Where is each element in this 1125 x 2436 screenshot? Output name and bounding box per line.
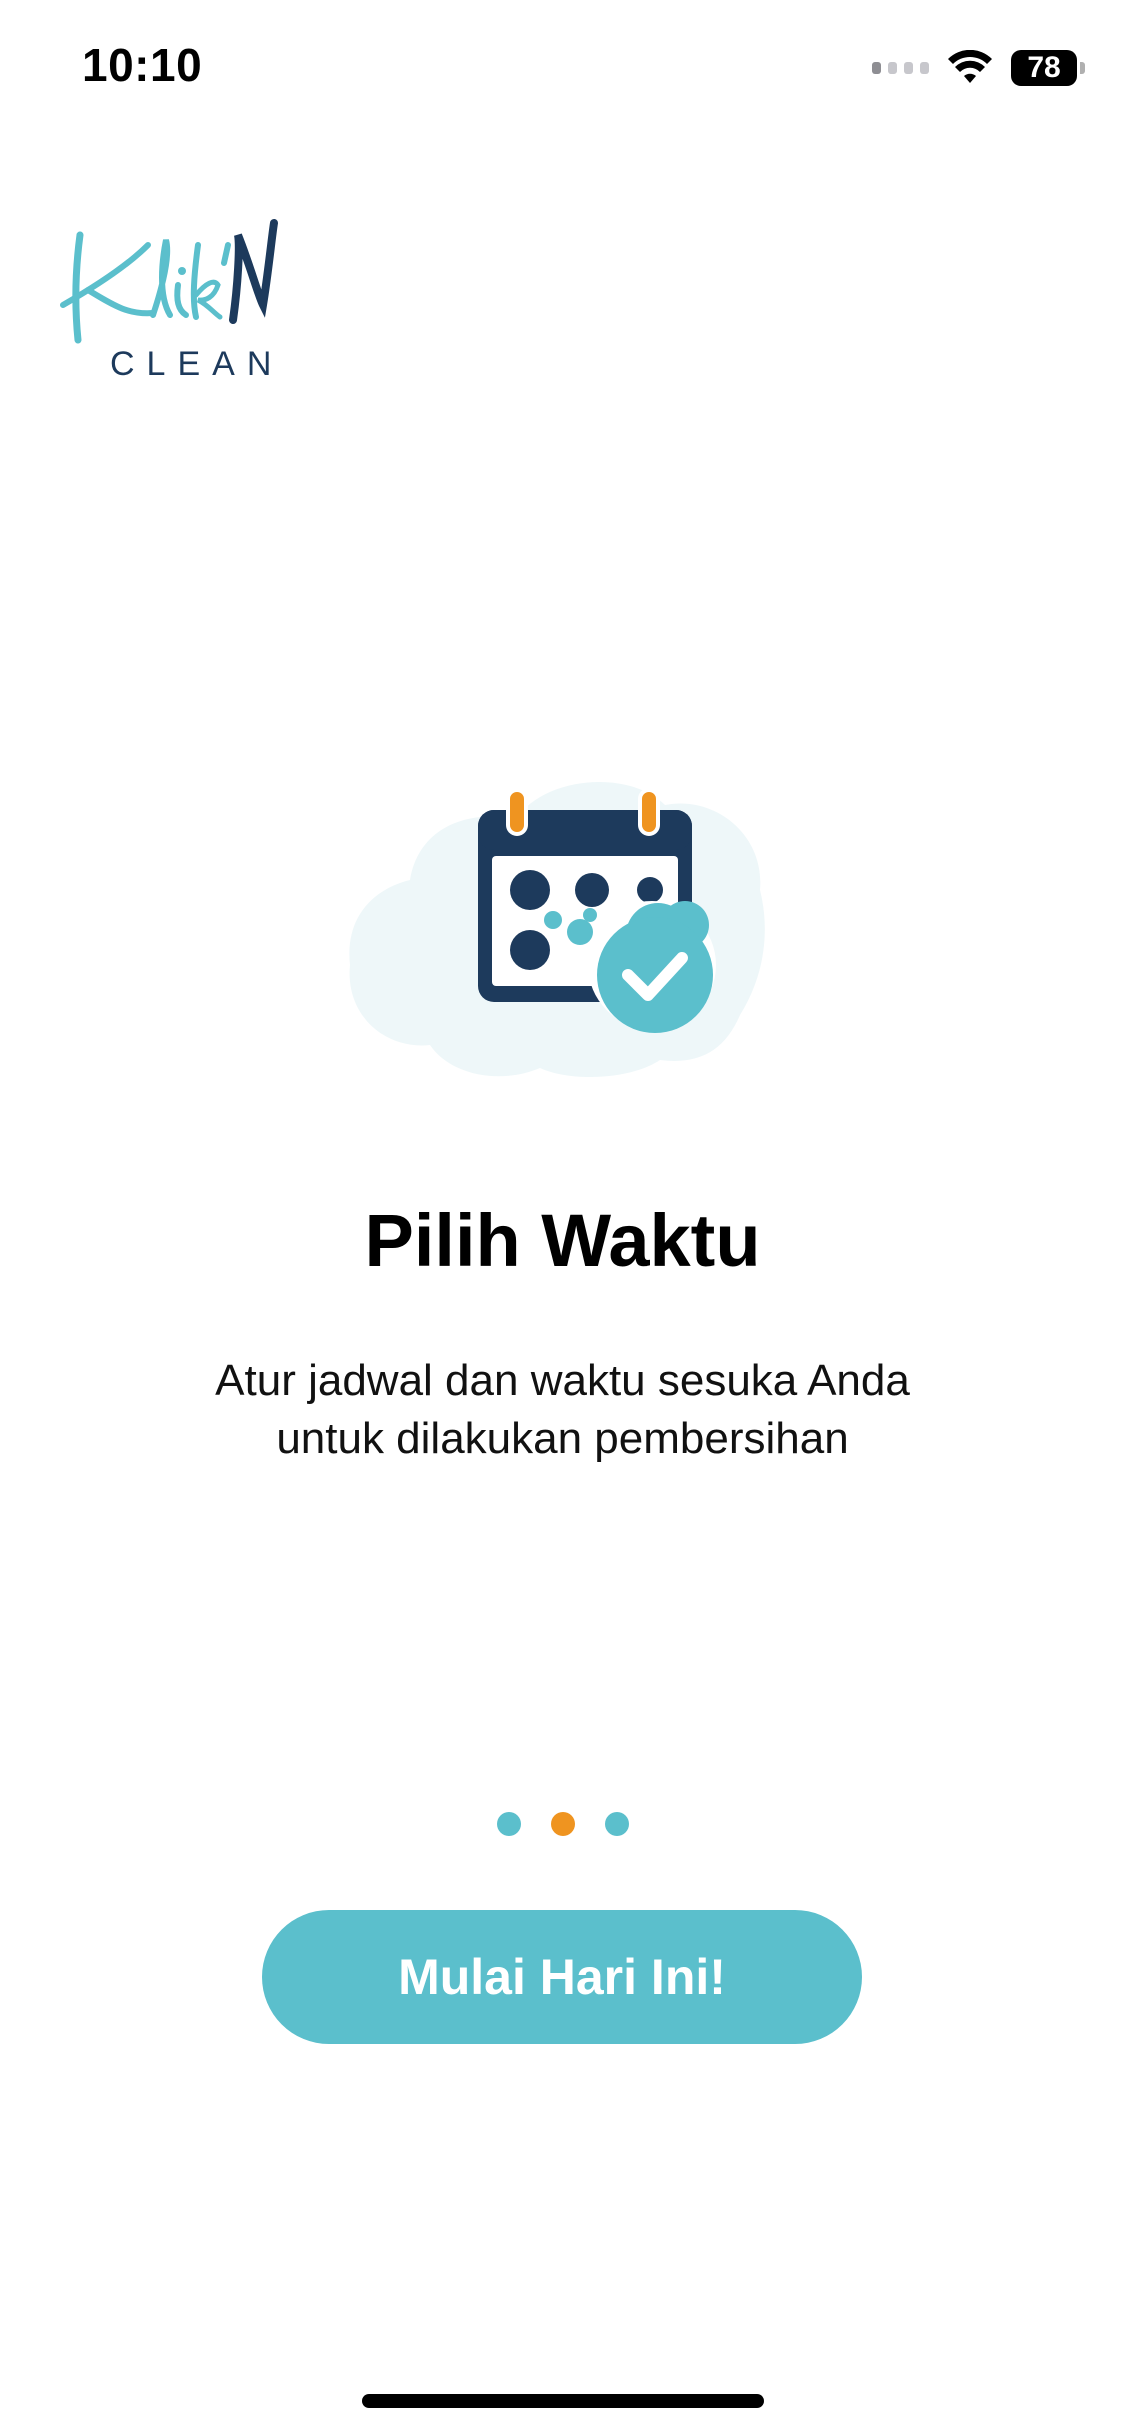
battery-level: 78 bbox=[1027, 51, 1061, 84]
page-dot-2-active[interactable] bbox=[550, 1812, 575, 1836]
onboarding-screen: 10:10 78 CLEAN Pilih Waktu Atur jadwal d… bbox=[0, 0, 1125, 2436]
description-line-1: Atur jadwal dan waktu sesuka Anda bbox=[215, 1356, 910, 1405]
page-dot-1[interactable] bbox=[496, 1812, 521, 1836]
status-icons: 78 bbox=[872, 44, 1085, 92]
cellular-signal-icon bbox=[872, 62, 929, 74]
description-line-2: untuk dilakukan pembersihan bbox=[276, 1414, 849, 1463]
logo-script-mark bbox=[60, 219, 278, 344]
page-dot-3[interactable] bbox=[604, 1812, 629, 1836]
calendar-check-illustration bbox=[349, 782, 765, 1078]
wifi-icon bbox=[948, 50, 992, 83]
battery-icon: 78 bbox=[1011, 50, 1085, 86]
onboarding-description: Atur jadwal dan waktu sesuka Anda untuk … bbox=[0, 1352, 1125, 1468]
status-time: 10:10 bbox=[82, 39, 203, 91]
klikn-clean-logo: CLEAN bbox=[58, 205, 288, 385]
home-indicator[interactable] bbox=[362, 2394, 764, 2408]
logo-wordmark: CLEAN bbox=[110, 345, 284, 383]
start-today-button[interactable]: Mulai Hari Ini! bbox=[262, 1910, 862, 2044]
onboarding-title: Pilih Waktu bbox=[364, 1199, 761, 1282]
status-bar: 10:10 78 bbox=[0, 0, 1125, 140]
page-indicator bbox=[0, 1812, 1125, 1836]
